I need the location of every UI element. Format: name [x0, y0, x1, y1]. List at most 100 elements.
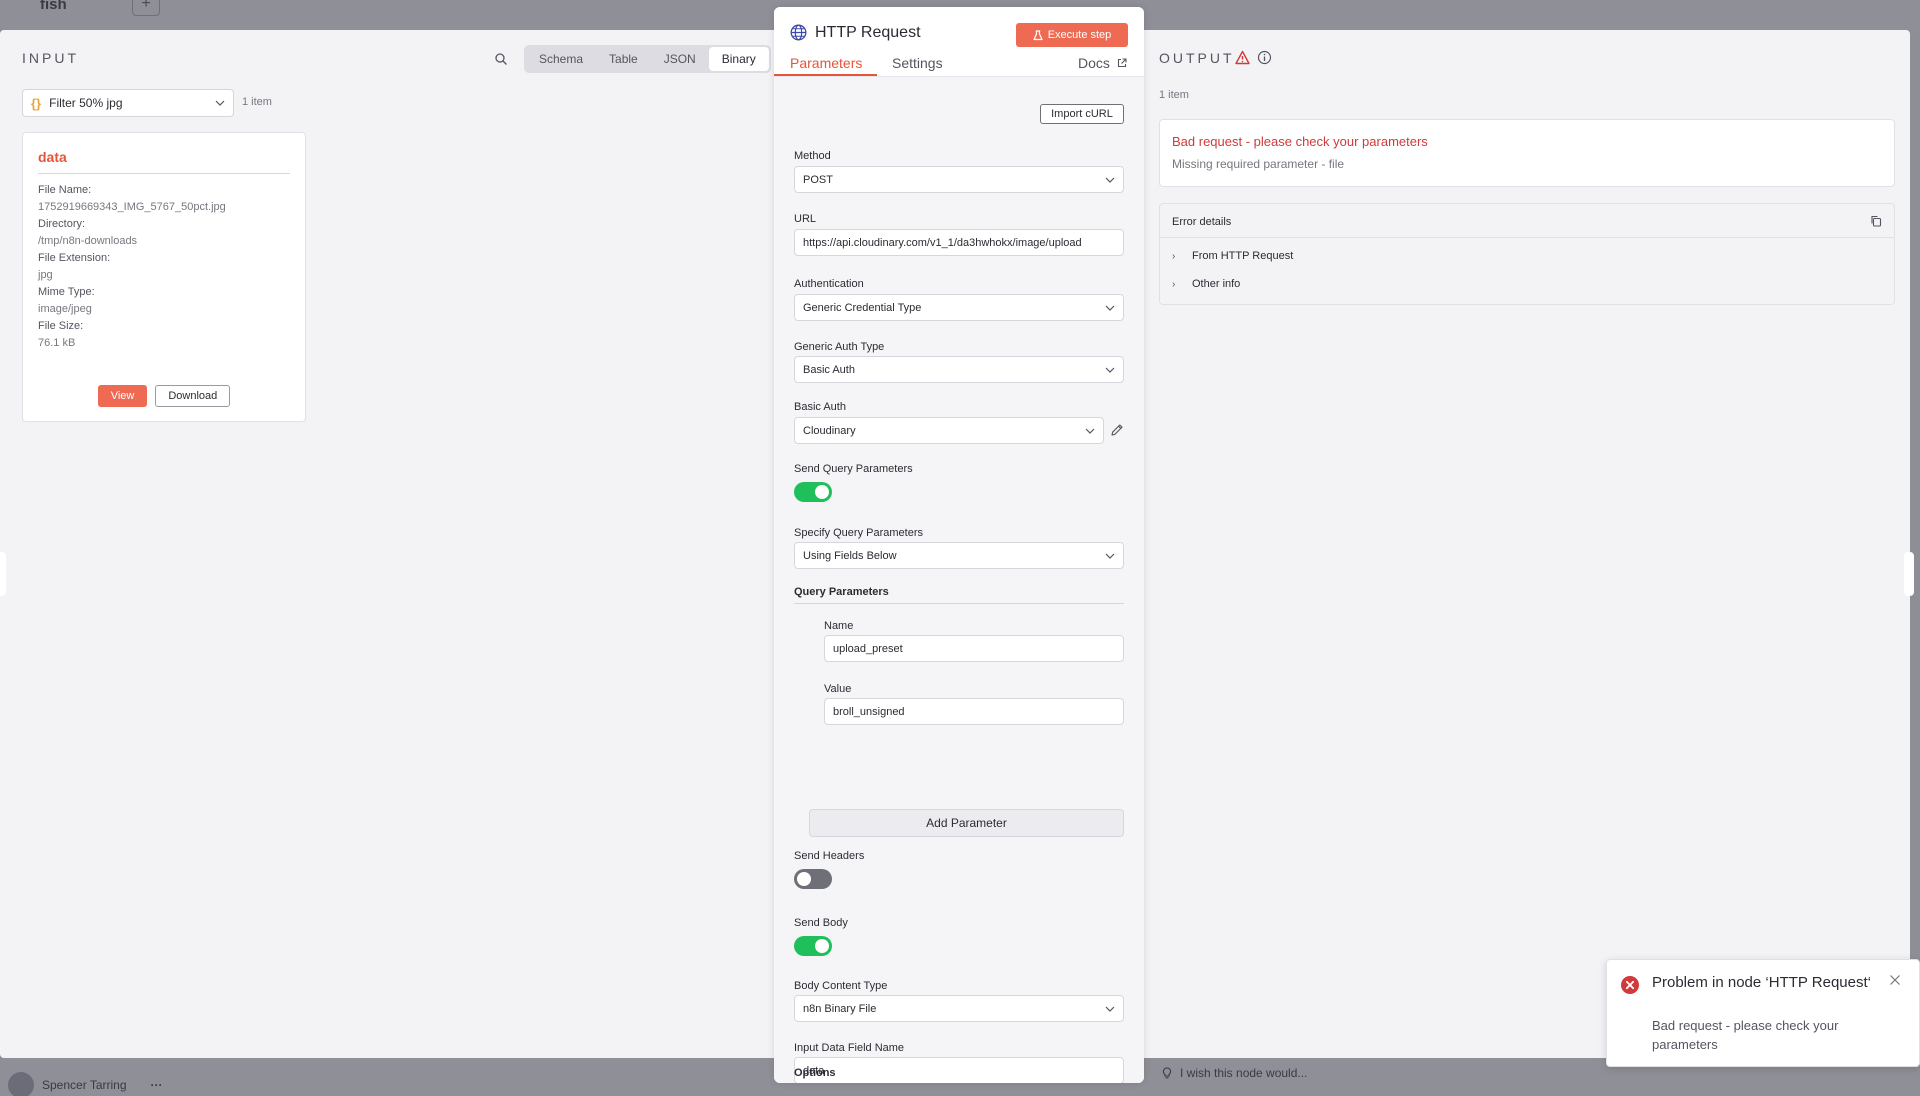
body-content-type-value: n8n Binary File — [803, 1002, 877, 1015]
parameters-form: Import cURL Method POST URL https://api.… — [774, 77, 1144, 1083]
authentication-label: Authentication — [794, 278, 864, 290]
node-header: HTTP Request Execute step Parameters Set… — [774, 7, 1144, 87]
send-headers-toggle[interactable] — [794, 869, 832, 889]
flask-icon — [1033, 29, 1043, 40]
specify-query-select[interactable]: Using Fields Below — [794, 542, 1124, 569]
binary-data-card: data File Name: 1752919669343_IMG_5767_5… — [22, 132, 306, 422]
detail-row-other-info[interactable]: › Other info — [1172, 278, 1240, 290]
output-items-count: 1 item — [1159, 89, 1189, 101]
chevron-down-icon — [1105, 367, 1115, 373]
braces-icon: {} — [31, 95, 42, 111]
download-button[interactable]: Download — [155, 385, 231, 407]
info-icon[interactable] — [1257, 50, 1272, 65]
error-card: Bad request - please check your paramete… — [1159, 119, 1895, 187]
toggle-knob — [815, 939, 829, 953]
warning-icon — [1235, 50, 1250, 65]
input-items-count: 1 item — [242, 96, 272, 108]
authentication-select[interactable]: Generic Credential Type — [794, 294, 1124, 321]
file-size-key: File Size: — [38, 320, 84, 332]
copy-icon[interactable] — [1870, 215, 1882, 227]
add-tab-button[interactable]: + — [132, 0, 160, 16]
input-title: INPUT — [22, 50, 79, 66]
send-body-label: Send Body — [794, 917, 848, 929]
view-button[interactable]: View — [97, 385, 148, 407]
method-select[interactable]: POST — [794, 166, 1124, 193]
detail-row-label: From HTTP Request — [1192, 250, 1294, 262]
docs-link[interactable]: Docs — [1078, 55, 1127, 71]
url-value: https://api.cloudinary.com/v1_1/da3hwhok… — [803, 236, 1082, 249]
specify-query-value: Using Fields Below — [803, 549, 897, 562]
feedback-hint[interactable]: I wish this node would... — [1162, 1066, 1307, 1080]
generic-auth-type-value: Basic Auth — [803, 363, 855, 376]
error-toast: Problem in node ‘HTTP Request‘ Bad reque… — [1606, 959, 1920, 1067]
send-query-label: Send Query Parameters — [794, 463, 913, 475]
view-mode-tabs: Schema Table JSON Binary — [524, 45, 771, 73]
generic-auth-type-label: Generic Auth Type — [794, 341, 885, 353]
add-parameter-button[interactable]: Add Parameter — [809, 809, 1124, 837]
chevron-down-icon — [215, 100, 225, 106]
output-title: OUTPUT — [1159, 50, 1235, 66]
directory-key: Directory: — [38, 218, 86, 230]
execute-step-label: Execute step — [1047, 29, 1112, 41]
workflow-title[interactable]: fish — [40, 0, 67, 13]
divider — [794, 603, 1124, 604]
tab-table[interactable]: Table — [596, 47, 651, 71]
file-size-value: 76.1 kB — [38, 337, 76, 349]
param-name-input[interactable]: upload_preset — [824, 635, 1124, 662]
toggle-knob — [815, 485, 829, 499]
param-value-label: Value — [824, 683, 852, 695]
tab-json[interactable]: JSON — [651, 47, 709, 71]
user-menu[interactable]: Spencer Tarring ··· — [8, 1072, 163, 1096]
file-name-value: 1752919669343_IMG_5767_50pct.jpg — [38, 201, 226, 213]
send-body-toggle[interactable] — [794, 936, 832, 956]
error-details-header: Error details — [1160, 204, 1894, 238]
basic-auth-label: Basic Auth — [794, 401, 846, 413]
body-content-type-label: Body Content Type — [794, 980, 888, 992]
edit-credential-icon[interactable] — [1110, 423, 1124, 437]
input-node-select[interactable]: {} Filter 50% jpg — [22, 89, 234, 117]
body-content-type-select[interactable]: n8n Binary File — [794, 995, 1124, 1022]
detail-row-from-http-request[interactable]: › From HTTP Request — [1172, 250, 1293, 262]
import-curl-button[interactable]: Import cURL — [1040, 104, 1124, 124]
node-tabs: Parameters Settings Docs — [774, 49, 1144, 77]
input-data-field-input[interactable]: data — [794, 1057, 1124, 1083]
lightbulb-icon — [1162, 1067, 1172, 1079]
feedback-hint-text: I wish this node would... — [1180, 1066, 1308, 1080]
output-panel: OUTPUT 1 item Bad request - please check… — [1144, 30, 1910, 1058]
close-icon[interactable] — [1889, 974, 1901, 986]
input-data-field-label: Input Data Field Name — [794, 1042, 905, 1054]
input-node-select-value: Filter 50% jpg — [49, 96, 123, 110]
active-tab-indicator — [774, 74, 877, 76]
authentication-value: Generic Credential Type — [803, 301, 922, 314]
tab-schema[interactable]: Schema — [526, 47, 596, 71]
search-icon[interactable] — [494, 52, 508, 66]
chevron-right-icon: › — [1172, 278, 1176, 290]
toast-title: Problem in node ‘HTTP Request‘ — [1652, 974, 1871, 991]
error-title: Bad request - please check your paramete… — [1172, 134, 1428, 149]
tab-parameters[interactable]: Parameters — [790, 55, 862, 71]
generic-auth-type-select[interactable]: Basic Auth — [794, 356, 1124, 383]
method-label: Method — [794, 150, 831, 162]
tab-settings[interactable]: Settings — [892, 55, 943, 71]
param-value-input[interactable]: broll_unsigned — [824, 698, 1124, 725]
mime-type-key: Mime Type: — [38, 286, 95, 298]
node-title[interactable]: HTTP Request — [815, 24, 921, 42]
avatar — [8, 1072, 34, 1096]
basic-auth-credential-select[interactable]: Cloudinary — [794, 417, 1104, 444]
execute-step-button[interactable]: Execute step — [1016, 23, 1128, 47]
chevron-down-icon — [1085, 428, 1095, 434]
node-parameters-panel: HTTP Request Execute step Parameters Set… — [774, 7, 1144, 1083]
error-icon — [1621, 976, 1639, 994]
param-name-value: upload_preset — [833, 642, 903, 655]
send-query-toggle[interactable] — [794, 482, 832, 502]
more-icon[interactable]: ··· — [151, 1078, 163, 1092]
chevron-down-icon — [1105, 1006, 1115, 1012]
user-name: Spencer Tarring — [42, 1078, 127, 1092]
tab-binary[interactable]: Binary — [708, 47, 769, 71]
input-panel: INPUT Schema Table JSON Binary {} Filter… — [0, 30, 774, 1058]
toast-message: Bad request - please check your paramete… — [1652, 1018, 1839, 1052]
error-details-card: Error details › From HTTP Request › Othe… — [1159, 203, 1895, 305]
chevron-down-icon — [1105, 305, 1115, 311]
file-extension-value: jpg — [38, 269, 53, 281]
url-input[interactable]: https://api.cloudinary.com/v1_1/da3hwhok… — [794, 229, 1124, 256]
